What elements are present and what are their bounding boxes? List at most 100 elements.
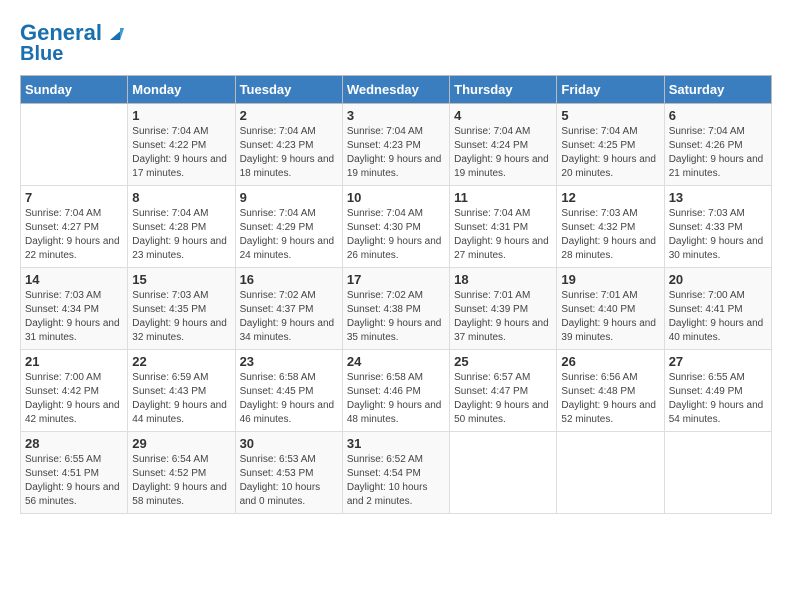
date-number: 26 bbox=[561, 354, 659, 369]
day-info: Sunrise: 7:04 AMSunset: 4:26 PMDaylight:… bbox=[669, 125, 767, 181]
day-info: Sunrise: 7:04 AMSunset: 4:27 PMDaylight:… bbox=[25, 207, 123, 263]
day-info: Sunrise: 7:00 AMSunset: 4:41 PMDaylight:… bbox=[669, 289, 767, 345]
day-info: Sunrise: 7:04 AMSunset: 4:24 PMDaylight:… bbox=[454, 125, 552, 181]
date-number: 21 bbox=[25, 354, 123, 369]
day-info: Sunrise: 6:52 AMSunset: 4:54 PMDaylight:… bbox=[347, 453, 445, 509]
day-info: Sunrise: 6:54 AMSunset: 4:52 PMDaylight:… bbox=[132, 453, 230, 509]
date-number: 29 bbox=[132, 436, 230, 451]
day-info: Sunrise: 6:57 AMSunset: 4:47 PMDaylight:… bbox=[454, 371, 552, 427]
header-sunday: Sunday bbox=[21, 76, 128, 104]
logo-bird-icon bbox=[106, 22, 126, 42]
calendar-cell bbox=[21, 104, 128, 186]
calendar-cell: 17 Sunrise: 7:02 AMSunset: 4:38 PMDayligh… bbox=[342, 268, 449, 350]
calendar-cell: 6Sunrise: 7:04 AMSunset: 4:26 PMDaylight… bbox=[664, 104, 771, 186]
calendar-cell: 9 Sunrise: 7:04 AMSunset: 4:29 PMDaylight… bbox=[235, 186, 342, 268]
day-info: Sunrise: 7:02 AMSunset: 4:37 PMDaylight:… bbox=[240, 289, 338, 345]
day-info: Sunrise: 6:53 AMSunset: 4:53 PMDaylight:… bbox=[240, 453, 338, 509]
day-info: Sunrise: 7:03 AMSunset: 4:32 PMDaylight:… bbox=[561, 207, 659, 263]
calendar-cell: 11 Sunrise: 7:04 AMSunset: 4:31 PMDayligh… bbox=[450, 186, 557, 268]
date-number: 31 bbox=[347, 436, 445, 451]
day-info: Sunrise: 7:04 AMSunset: 4:22 PMDaylight:… bbox=[132, 125, 230, 181]
day-info: Sunrise: 7:03 AMSunset: 4:35 PMDaylight:… bbox=[132, 289, 230, 345]
week-row-2: 14Sunrise: 7:03 AMSunset: 4:34 PMDayligh… bbox=[21, 268, 772, 350]
date-number: 4 bbox=[454, 108, 552, 123]
calendar-cell: 18Sunrise: 7:01 AMSunset: 4:39 PMDayligh… bbox=[450, 268, 557, 350]
date-number: 13 bbox=[669, 190, 767, 205]
date-number: 3 bbox=[347, 108, 445, 123]
date-number: 28 bbox=[25, 436, 123, 451]
calendar-cell: 27 Sunrise: 6:55 AMSunset: 4:49 PMDayligh… bbox=[664, 350, 771, 432]
calendar-cell: 23Sunrise: 6:58 AMSunset: 4:45 PMDayligh… bbox=[235, 350, 342, 432]
date-number: 10 bbox=[347, 190, 445, 205]
header-wednesday: Wednesday bbox=[342, 76, 449, 104]
day-info: Sunrise: 7:04 AMSunset: 4:29 PMDaylight:… bbox=[240, 207, 338, 263]
date-number: 5 bbox=[561, 108, 659, 123]
calendar-cell: 30 Sunrise: 6:53 AMSunset: 4:53 PMDayligh… bbox=[235, 432, 342, 514]
day-info: Sunrise: 6:59 AMSunset: 4:43 PMDaylight:… bbox=[132, 371, 230, 427]
day-info: Sunrise: 7:04 AMSunset: 4:31 PMDaylight:… bbox=[454, 207, 552, 263]
day-info: Sunrise: 6:55 AMSunset: 4:49 PMDaylight:… bbox=[669, 371, 767, 427]
date-number: 1 bbox=[132, 108, 230, 123]
calendar-cell: 8Sunrise: 7:04 AMSunset: 4:28 PMDaylight… bbox=[128, 186, 235, 268]
date-number: 9 bbox=[240, 190, 338, 205]
calendar-cell bbox=[450, 432, 557, 514]
logo: General Blue bbox=[20, 20, 126, 65]
calendar-cell: 1 Sunrise: 7:04 AMSunset: 4:22 PMDaylight… bbox=[128, 104, 235, 186]
calendar-cell: 25 Sunrise: 6:57 AMSunset: 4:47 PMDayligh… bbox=[450, 350, 557, 432]
week-row-0: 1 Sunrise: 7:04 AMSunset: 4:22 PMDaylight… bbox=[21, 104, 772, 186]
day-info: Sunrise: 7:04 AMSunset: 4:23 PMDaylight:… bbox=[347, 125, 445, 181]
calendar-cell: 13Sunrise: 7:03 AMSunset: 4:33 PMDayligh… bbox=[664, 186, 771, 268]
day-info: Sunrise: 7:04 AMSunset: 4:25 PMDaylight:… bbox=[561, 125, 659, 181]
calendar-cell: 2 Sunrise: 7:04 AMSunset: 4:23 PMDaylight… bbox=[235, 104, 342, 186]
date-number: 12 bbox=[561, 190, 659, 205]
calendar-cell: 24 Sunrise: 6:58 AMSunset: 4:46 PMDayligh… bbox=[342, 350, 449, 432]
calendar-cell: 19 Sunrise: 7:01 AMSunset: 4:40 PMDayligh… bbox=[557, 268, 664, 350]
calendar-cell: 4 Sunrise: 7:04 AMSunset: 4:24 PMDaylight… bbox=[450, 104, 557, 186]
day-info: Sunrise: 6:55 AMSunset: 4:51 PMDaylight:… bbox=[25, 453, 123, 509]
date-number: 17 bbox=[347, 272, 445, 287]
calendar-cell bbox=[557, 432, 664, 514]
header-saturday: Saturday bbox=[664, 76, 771, 104]
date-number: 25 bbox=[454, 354, 552, 369]
calendar-cell: 22Sunrise: 6:59 AMSunset: 4:43 PMDayligh… bbox=[128, 350, 235, 432]
date-number: 23 bbox=[240, 354, 338, 369]
week-row-1: 7 Sunrise: 7:04 AMSunset: 4:27 PMDaylight… bbox=[21, 186, 772, 268]
day-info: Sunrise: 7:04 AMSunset: 4:23 PMDaylight:… bbox=[240, 125, 338, 181]
date-number: 18 bbox=[454, 272, 552, 287]
date-number: 15 bbox=[132, 272, 230, 287]
header-friday: Friday bbox=[557, 76, 664, 104]
header-thursday: Thursday bbox=[450, 76, 557, 104]
calendar-cell: 16 Sunrise: 7:02 AMSunset: 4:37 PMDayligh… bbox=[235, 268, 342, 350]
day-info: Sunrise: 6:56 AMSunset: 4:48 PMDaylight:… bbox=[561, 371, 659, 427]
calendar-table: SundayMondayTuesdayWednesdayThursdayFrid… bbox=[20, 75, 772, 514]
day-info: Sunrise: 6:58 AMSunset: 4:46 PMDaylight:… bbox=[347, 371, 445, 427]
date-number: 19 bbox=[561, 272, 659, 287]
calendar-cell: 7 Sunrise: 7:04 AMSunset: 4:27 PMDaylight… bbox=[21, 186, 128, 268]
day-info: Sunrise: 7:04 AMSunset: 4:28 PMDaylight:… bbox=[132, 207, 230, 263]
calendar-cell: 31 Sunrise: 6:52 AMSunset: 4:54 PMDayligh… bbox=[342, 432, 449, 514]
day-info: Sunrise: 7:02 AMSunset: 4:38 PMDaylight:… bbox=[347, 289, 445, 345]
calendar-cell: 12 Sunrise: 7:03 AMSunset: 4:32 PMDayligh… bbox=[557, 186, 664, 268]
date-number: 24 bbox=[347, 354, 445, 369]
header: General Blue bbox=[20, 20, 772, 65]
day-info: Sunrise: 7:00 AMSunset: 4:42 PMDaylight:… bbox=[25, 371, 123, 427]
week-row-3: 21 Sunrise: 7:00 AMSunset: 4:42 PMDayligh… bbox=[21, 350, 772, 432]
calendar-cell bbox=[664, 432, 771, 514]
week-row-4: 28 Sunrise: 6:55 AMSunset: 4:51 PMDayligh… bbox=[21, 432, 772, 514]
date-number: 2 bbox=[240, 108, 338, 123]
day-info: Sunrise: 7:01 AMSunset: 4:40 PMDaylight:… bbox=[561, 289, 659, 345]
date-number: 7 bbox=[25, 190, 123, 205]
date-number: 30 bbox=[240, 436, 338, 451]
header-tuesday: Tuesday bbox=[235, 76, 342, 104]
date-number: 11 bbox=[454, 190, 552, 205]
date-number: 16 bbox=[240, 272, 338, 287]
calendar-cell: 26 Sunrise: 6:56 AMSunset: 4:48 PMDayligh… bbox=[557, 350, 664, 432]
day-info: Sunrise: 7:04 AMSunset: 4:30 PMDaylight:… bbox=[347, 207, 445, 263]
calendar-cell: 20Sunrise: 7:00 AMSunset: 4:41 PMDayligh… bbox=[664, 268, 771, 350]
date-number: 27 bbox=[669, 354, 767, 369]
calendar-cell: 15 Sunrise: 7:03 AMSunset: 4:35 PMDayligh… bbox=[128, 268, 235, 350]
calendar-cell: 29 Sunrise: 6:54 AMSunset: 4:52 PMDayligh… bbox=[128, 432, 235, 514]
logo-text: General bbox=[20, 21, 102, 45]
calendar-cell: 28 Sunrise: 6:55 AMSunset: 4:51 PMDayligh… bbox=[21, 432, 128, 514]
date-number: 14 bbox=[25, 272, 123, 287]
